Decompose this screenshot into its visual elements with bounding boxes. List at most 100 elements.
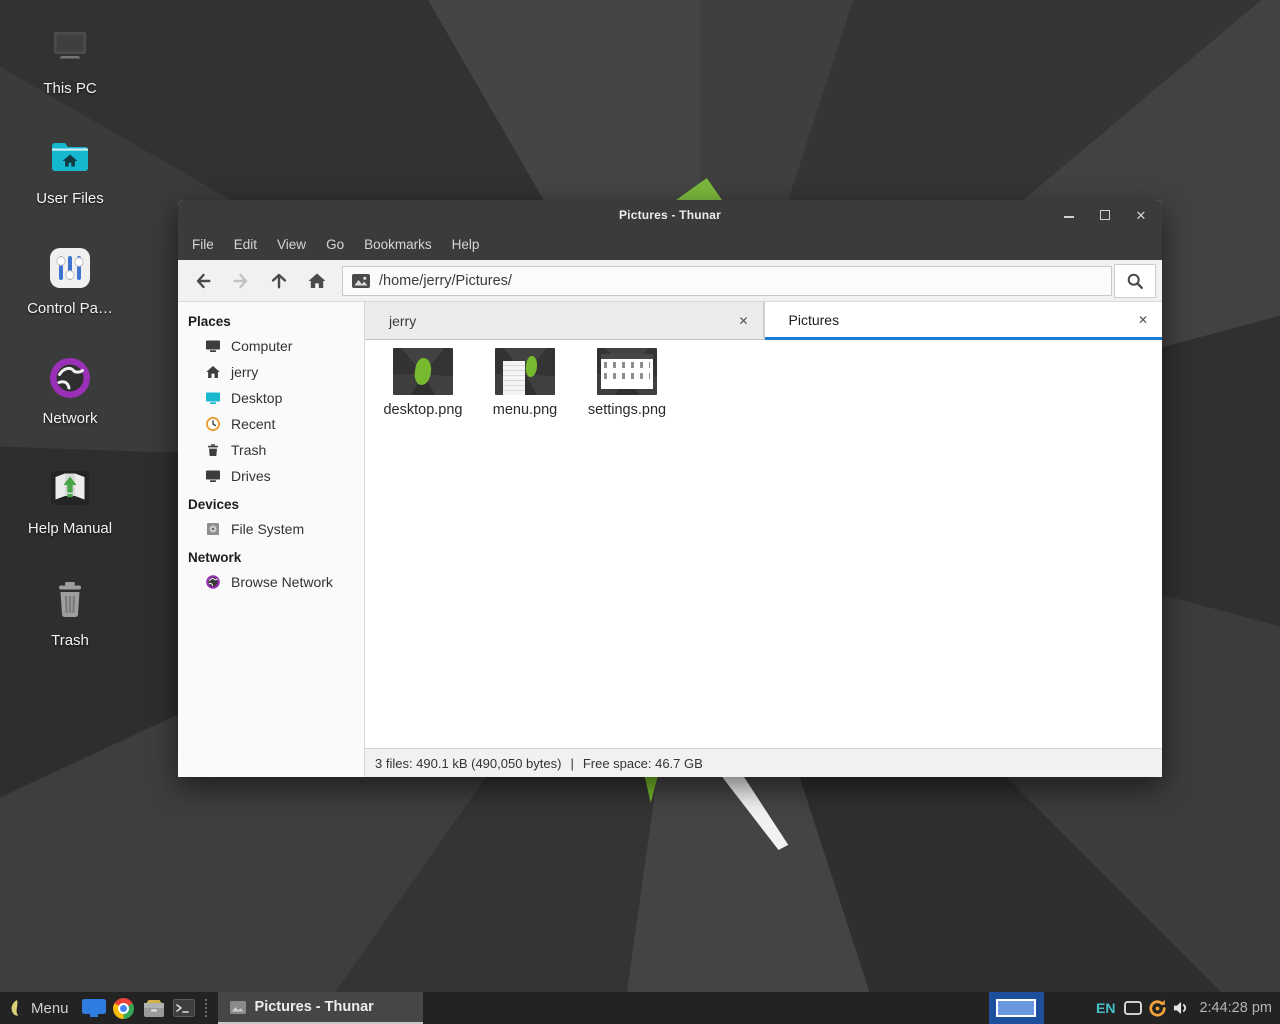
desktop-icon-label: Network <box>14 410 126 427</box>
file-desktop-png[interactable]: desktop.png <box>373 348 473 418</box>
tab-close-icon[interactable]: ✕ <box>724 314 762 328</box>
display-tray-button[interactable] <box>1121 992 1145 1024</box>
computer-icon <box>205 338 221 354</box>
sidebar-item-label: jerry <box>231 364 258 380</box>
volume-button[interactable] <box>1169 992 1193 1024</box>
browse-network-icon <box>205 574 221 590</box>
forward-icon <box>231 271 251 291</box>
folder-home-icon <box>46 134 94 182</box>
home-button[interactable] <box>298 264 336 298</box>
help-manual-icon <box>46 464 94 512</box>
path-bar[interactable]: /home/jerry/Pictures/ <box>342 266 1112 296</box>
workspace-thumbnail <box>996 999 1036 1017</box>
drives-icon <box>205 468 221 484</box>
desktop-icon-label: This PC <box>14 80 126 97</box>
titlebar[interactable]: Pictures - Thunar ✕ <box>178 200 1162 230</box>
close-button[interactable]: ✕ <box>1134 208 1148 222</box>
desktop-icon-label: User Files <box>14 190 126 207</box>
sidebar-item-label: Desktop <box>231 390 282 406</box>
taskbar-window-pictures-thunar[interactable]: Pictures - Thunar <box>218 992 423 1024</box>
workspace-switcher[interactable] <box>989 992 1044 1024</box>
menu-bookmarks[interactable]: Bookmarks <box>354 230 442 260</box>
maximize-icon <box>1100 210 1110 220</box>
desktop-icon-label: Help Manual <box>14 520 126 537</box>
desktop-icon-help-manual[interactable]: Help Manual <box>14 464 126 537</box>
volume-icon <box>1172 1000 1191 1016</box>
desktop-icon-network[interactable]: Network <box>14 354 126 427</box>
sidebar-item-browse-network[interactable]: Browse Network <box>178 569 364 595</box>
sidebar-item-computer[interactable]: Computer <box>178 333 364 359</box>
sidebar-item-drives[interactable]: Drives <box>178 463 364 489</box>
keyboard-layout-indicator[interactable]: EN <box>1090 1000 1121 1016</box>
maximize-button[interactable] <box>1098 208 1112 222</box>
file-view[interactable]: desktop.png menu.png settings.png <box>365 340 1162 748</box>
desktop-icon-this-pc[interactable]: This PC <box>14 24 126 97</box>
tab-close-icon[interactable]: ✕ <box>1124 313 1162 327</box>
back-icon <box>193 271 213 291</box>
back-button[interactable] <box>184 264 222 298</box>
desktop-icon-trash[interactable]: Trash <box>14 576 126 649</box>
display-icon <box>1124 1001 1142 1015</box>
up-button[interactable] <box>260 264 298 298</box>
toolbar: /home/jerry/Pictures/ <box>178 260 1162 302</box>
sidebar-item-home[interactable]: jerry <box>178 359 364 385</box>
file-name: desktop.png <box>373 402 473 418</box>
network-globe-icon <box>46 354 94 402</box>
chrome-icon <box>113 998 134 1019</box>
sidebar-item-label: Drives <box>231 468 271 484</box>
terminal-launcher[interactable] <box>169 992 199 1024</box>
menubar: File Edit View Go Bookmarks Help <box>178 230 1162 260</box>
desktop-icon-label: Trash <box>14 632 126 649</box>
tab-pictures[interactable]: Pictures ✕ <box>765 302 1163 340</box>
sidebar-section-network: Network <box>178 542 364 569</box>
file-manager-launcher[interactable] <box>139 992 169 1024</box>
clock[interactable]: 2:44:28 pm <box>1193 1000 1280 1016</box>
sidebar-item-label: Computer <box>231 338 292 354</box>
show-desktop-button[interactable] <box>79 992 109 1024</box>
menu-edit[interactable]: Edit <box>224 230 267 260</box>
file-settings-png[interactable]: settings.png <box>577 348 677 418</box>
sidebar-item-label: Trash <box>231 442 266 458</box>
tab-jerry[interactable]: jerry ✕ <box>365 302 765 340</box>
sidebar-item-label: Browse Network <box>231 574 333 590</box>
minimize-button[interactable] <box>1062 208 1076 222</box>
file-thumbnail <box>393 348 453 395</box>
search-button[interactable] <box>1114 264 1156 298</box>
menu-button[interactable]: Menu <box>0 992 79 1024</box>
control-panel-icon <box>46 244 94 292</box>
file-thumbnail <box>495 348 555 395</box>
update-manager-button[interactable] <box>1145 992 1169 1024</box>
sidebar-section-devices: Devices <box>178 489 364 516</box>
menu-go[interactable]: Go <box>316 230 354 260</box>
up-icon <box>269 271 289 291</box>
terminal-icon <box>173 999 195 1017</box>
sidebar-item-trash[interactable]: Trash <box>178 437 364 463</box>
tab-label: Pictures <box>765 312 1124 328</box>
desktop-icon-control-panel[interactable]: Control Pa… <box>14 244 126 317</box>
file-cabinet-icon <box>143 999 165 1018</box>
search-icon <box>1125 271 1145 291</box>
pictures-folder-icon <box>352 274 370 288</box>
menu-view[interactable]: View <box>267 230 316 260</box>
file-thumbnail <box>597 348 657 395</box>
desktop-icon-user-files[interactable]: User Files <box>14 134 126 207</box>
sidebar-item-desktop[interactable]: Desktop <box>178 385 364 411</box>
minimize-icon <box>1064 216 1074 218</box>
home-icon <box>205 364 221 380</box>
status-separator: | <box>570 756 573 771</box>
chrome-launcher[interactable] <box>109 992 139 1024</box>
sidebar-item-label: Recent <box>231 416 275 432</box>
sidebar: Places Computer jerry Desktop Recent Tra… <box>178 302 365 777</box>
sidebar-item-recent[interactable]: Recent <box>178 411 364 437</box>
menu-help[interactable]: Help <box>442 230 490 260</box>
sidebar-item-file-system[interactable]: File System <box>178 516 364 542</box>
home-icon <box>307 271 327 291</box>
file-menu-png[interactable]: menu.png <box>475 348 575 418</box>
path-text: /home/jerry/Pictures/ <box>379 273 512 289</box>
task-window-label: Pictures - Thunar <box>255 999 374 1015</box>
filesystem-drive-icon <box>205 521 221 537</box>
menu-file[interactable]: File <box>182 230 224 260</box>
status-free-space: Free space: 46.7 GB <box>583 756 703 771</box>
forward-button[interactable] <box>222 264 260 298</box>
panel-handle[interactable] <box>205 999 215 1017</box>
